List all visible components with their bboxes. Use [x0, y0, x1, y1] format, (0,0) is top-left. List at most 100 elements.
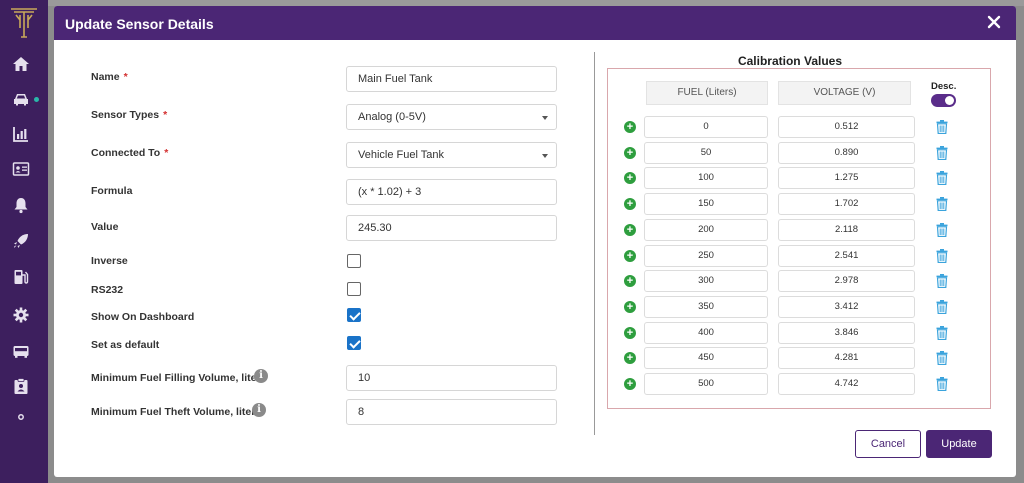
calibration-title: Calibration Values: [737, 54, 843, 68]
formula-label: Formula: [91, 185, 133, 197]
voltage-value-input[interactable]: 4.281: [778, 347, 915, 369]
modal-header: Update Sensor Details: [54, 6, 1016, 40]
fuel-value-input[interactable]: 50: [644, 142, 768, 164]
show-on-dashboard-checkbox[interactable]: [347, 308, 361, 322]
bus-icon[interactable]: [12, 342, 30, 360]
voltage-value-input[interactable]: 2.978: [778, 270, 915, 292]
required-mark: *: [163, 109, 168, 121]
rs232-checkbox[interactable]: [347, 282, 361, 296]
close-icon[interactable]: [986, 14, 1002, 30]
set-as-default-checkbox[interactable]: [347, 336, 361, 350]
add-row-icon[interactable]: +: [624, 275, 636, 287]
update-button[interactable]: Update: [926, 430, 992, 458]
add-row-icon[interactable]: +: [624, 378, 636, 390]
trash-icon[interactable]: [936, 171, 948, 185]
add-row-icon[interactable]: +: [624, 198, 636, 210]
show-on-dashboard-label: Show On Dashboard: [91, 311, 195, 323]
rocket-icon[interactable]: [12, 232, 30, 250]
home-icon[interactable]: [12, 55, 30, 73]
add-row-icon[interactable]: +: [624, 250, 636, 262]
required-mark: *: [164, 147, 169, 159]
rs232-label: RS232: [91, 284, 124, 296]
name-input[interactable]: Main Fuel Tank: [346, 66, 557, 92]
add-row-icon[interactable]: +: [624, 147, 636, 159]
name-label: Name *: [91, 71, 128, 83]
min-fuel-filling-input[interactable]: 10: [346, 365, 557, 391]
fuel-value-input[interactable]: 500: [644, 373, 768, 395]
add-row-icon[interactable]: +: [624, 352, 636, 364]
fuel-value-input[interactable]: 350: [644, 296, 768, 318]
voltage-value-input[interactable]: 0.890: [778, 142, 915, 164]
logo-icon: [11, 8, 37, 38]
voltage-value-input[interactable]: 4.742: [778, 373, 915, 395]
sensor-types-value: Analog (0-5V): [358, 111, 426, 123]
connected-to-value: Vehicle Fuel Tank: [358, 149, 445, 161]
fuel-value-input[interactable]: 400: [644, 322, 768, 344]
cancel-button[interactable]: Cancel: [855, 430, 921, 458]
chevron-down-icon: [542, 154, 548, 158]
voltage-column-header: VOLTAGE (V): [778, 81, 911, 105]
connected-to-label: Connected To *: [91, 147, 169, 159]
trash-icon[interactable]: [936, 326, 948, 340]
info-icon[interactable]: i: [252, 403, 266, 417]
fuel-value-input[interactable]: 300: [644, 270, 768, 292]
inverse-label: Inverse: [91, 255, 128, 267]
voltage-value-input[interactable]: 2.541: [778, 245, 915, 267]
fuel-value-input[interactable]: 200: [644, 219, 768, 241]
inverse-checkbox[interactable]: [347, 254, 361, 268]
trash-icon[interactable]: [936, 146, 948, 160]
add-row-icon[interactable]: +: [624, 172, 636, 184]
voltage-value-input[interactable]: 0.512: [778, 116, 915, 138]
value-input[interactable]: 245.30: [346, 215, 557, 241]
trash-icon[interactable]: [936, 197, 948, 211]
voltage-value-input[interactable]: 3.846: [778, 322, 915, 344]
trash-icon[interactable]: [936, 223, 948, 237]
trash-icon[interactable]: [936, 377, 948, 391]
min-fuel-theft-input[interactable]: 8: [346, 399, 557, 425]
set-as-default-label: Set as default: [91, 339, 160, 351]
fuel-pump-icon[interactable]: [12, 268, 30, 286]
connected-to-select[interactable]: Vehicle Fuel Tank: [346, 142, 557, 168]
voltage-value-input[interactable]: 3.412: [778, 296, 915, 318]
chart-icon[interactable]: [12, 125, 30, 143]
gear-icon[interactable]: [12, 306, 30, 324]
desc-toggle[interactable]: [931, 94, 956, 107]
bell-icon[interactable]: [12, 196, 30, 214]
trash-icon[interactable]: [936, 120, 948, 134]
voltage-value-input[interactable]: 1.275: [778, 167, 915, 189]
trash-icon[interactable]: [936, 351, 948, 365]
add-row-icon[interactable]: +: [624, 121, 636, 133]
sensor-types-label: Sensor Types *: [91, 109, 168, 121]
clipboard-icon[interactable]: [12, 377, 30, 395]
sensor-types-select[interactable]: Analog (0-5V): [346, 104, 557, 130]
min-fuel-filling-label: Minimum Fuel Filling Volume, liters: [91, 372, 267, 384]
modal-title: Update Sensor Details: [65, 16, 214, 32]
trash-icon[interactable]: [936, 274, 948, 288]
add-row-icon[interactable]: +: [624, 301, 636, 313]
car-icon[interactable]: [12, 90, 30, 108]
chevron-down-icon: [542, 116, 548, 120]
add-row-icon[interactable]: +: [624, 224, 636, 236]
fuel-value-input[interactable]: 100: [644, 167, 768, 189]
active-indicator-dot: [34, 97, 39, 102]
min-fuel-theft-label: Minimum Fuel Theft Volume, liters: [91, 406, 262, 418]
add-row-icon[interactable]: +: [624, 327, 636, 339]
fuel-value-input[interactable]: 150: [644, 193, 768, 215]
fuel-value-input[interactable]: 450: [644, 347, 768, 369]
more-icon[interactable]: [12, 410, 30, 428]
voltage-value-input[interactable]: 2.118: [778, 219, 915, 241]
info-icon[interactable]: i: [254, 369, 268, 383]
sidebar: [0, 0, 48, 483]
value-label: Value: [91, 221, 119, 233]
section-divider: [594, 52, 595, 435]
required-mark: *: [123, 71, 128, 83]
desc-label: Desc.: [931, 81, 957, 92]
fuel-value-input[interactable]: 0: [644, 116, 768, 138]
id-card-icon[interactable]: [12, 160, 30, 178]
fuel-value-input[interactable]: 250: [644, 245, 768, 267]
formula-input[interactable]: (x * 1.02) + 3: [346, 179, 557, 205]
trash-icon[interactable]: [936, 249, 948, 263]
update-sensor-modal: Update Sensor Details Name * Main Fuel Ta…: [54, 6, 1016, 477]
voltage-value-input[interactable]: 1.702: [778, 193, 915, 215]
trash-icon[interactable]: [936, 300, 948, 314]
